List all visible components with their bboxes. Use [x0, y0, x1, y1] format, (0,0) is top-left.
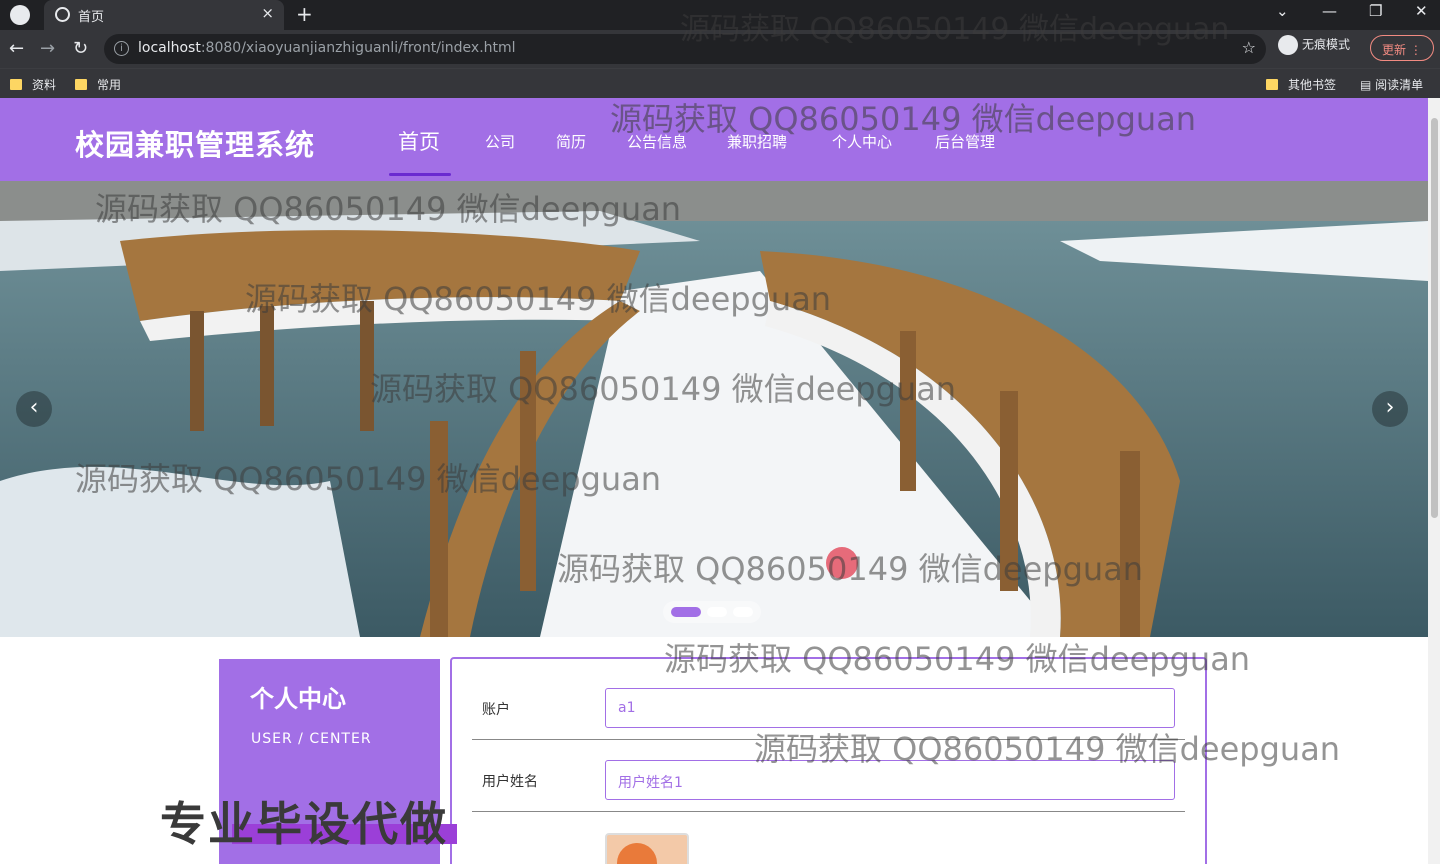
user-center-title: 个人中心 — [250, 685, 346, 713]
watermark: 源码获取 QQ86050149 微信deepguan — [610, 100, 1197, 138]
browser-tab[interactable]: 首页 × — [44, 0, 284, 30]
nav-resume[interactable]: 简历 — [556, 131, 586, 152]
folder-icon — [10, 79, 22, 90]
minimize-icon[interactable]: — — [1322, 2, 1337, 20]
tab-title: 首页 — [78, 10, 105, 25]
account-label: 账户 — [482, 702, 510, 718]
carousel-dot-active[interactable] — [671, 607, 701, 617]
url-text: localhost:8080/xiaoyuanjianzhiguanli/fro… — [138, 40, 516, 56]
name-label: 用户姓名 — [482, 774, 538, 790]
other-bookmarks-label: 其他书签 — [1288, 78, 1337, 92]
promo-overlay-text: 专业毕设代做 — [160, 797, 448, 851]
restore-icon[interactable]: ❐ — [1369, 2, 1382, 20]
account-input[interactable]: a1 — [605, 688, 1175, 728]
site-title: 校园兼职管理系统 — [75, 128, 316, 162]
form-divider — [472, 811, 1185, 812]
browser-logo-icon — [10, 5, 30, 25]
watermark: 源码获取 QQ86050149 微信deepguan — [664, 640, 1251, 678]
nav-home[interactable]: 首页 — [398, 126, 440, 156]
watermark: 源码获取 QQ86050149 微信deepguan — [557, 550, 1144, 588]
incognito-indicator[interactable]: 无痕模式 — [1278, 35, 1350, 55]
folder-icon — [75, 79, 87, 90]
bookmarks-bar: 资料 常用 其他书签 ▤ 阅读清单 — [0, 68, 1440, 98]
reload-icon[interactable]: ↻ — [73, 38, 88, 59]
avatar-image[interactable] — [605, 833, 689, 864]
globe-icon — [55, 7, 70, 22]
other-bookmarks[interactable]: 其他书签 — [1266, 76, 1336, 93]
carousel-indicators — [663, 601, 761, 623]
forward-icon[interactable]: → — [40, 38, 55, 59]
watermark: 源码获取 QQ86050149 微信deepguan — [245, 280, 832, 318]
watermark: 源码获取 QQ86050149 微信deepguan — [370, 370, 957, 408]
carousel-dot[interactable] — [733, 607, 753, 617]
new-tab-icon[interactable]: + — [296, 2, 313, 26]
watermark: 源码获取 QQ86050149 微信deepguan — [95, 190, 682, 228]
reading-list-label: 阅读清单 — [1375, 78, 1424, 92]
user-center-subtitle: USER / CENTER — [251, 731, 372, 747]
watermark: 源码获取 QQ86050149 微信deepguan — [680, 12, 1230, 47]
close-tab-icon[interactable]: × — [261, 4, 274, 22]
active-nav-indicator — [389, 173, 451, 176]
folder-icon — [1266, 79, 1278, 90]
reading-list[interactable]: ▤ 阅读清单 — [1360, 76, 1423, 93]
watermark: 源码获取 QQ86050149 微信deepguan — [75, 460, 662, 498]
scrollbar-thumb[interactable] — [1431, 118, 1438, 518]
bookmark-folder-ziliao[interactable]: 资料 — [10, 76, 56, 93]
page-viewport: 校园兼职管理系统 首页 公司 简历 公告信息 兼职招聘 个人中心 后台管理 ‹ … — [0, 98, 1428, 864]
incognito-icon — [1278, 35, 1298, 55]
bookmark-label: 常用 — [97, 78, 122, 92]
close-window-icon[interactable]: ✕ — [1415, 2, 1428, 20]
avatar-face — [617, 843, 657, 864]
update-label: 更新 — [1382, 43, 1407, 57]
bookmark-folder-changyong[interactable]: 常用 — [75, 76, 121, 93]
watermark: 源码获取 QQ86050149 微信deepguan — [754, 730, 1341, 768]
info-icon[interactable]: i — [114, 41, 129, 56]
nav-company[interactable]: 公司 — [485, 131, 515, 152]
update-button[interactable]: 更新 ⋮ — [1370, 35, 1434, 61]
bookmark-label: 资料 — [32, 78, 57, 92]
carousel-prev-button[interactable]: ‹ — [16, 391, 52, 427]
reading-list-icon: ▤ — [1360, 78, 1376, 92]
carousel-next-button[interactable]: › — [1372, 391, 1408, 427]
url-path: :8080/xiaoyuanjianzhiguanli/front/index.… — [200, 40, 516, 56]
tab-search-icon[interactable]: ⌄ — [1276, 2, 1289, 20]
back-icon[interactable]: ← — [9, 38, 24, 59]
carousel-dot[interactable] — [707, 607, 727, 617]
incognito-label: 无痕模式 — [1302, 37, 1351, 52]
url-host: localhost — [138, 40, 201, 56]
bookmark-star-icon[interactable]: ☆ — [1242, 38, 1256, 57]
page-scrollbar[interactable] — [1428, 98, 1440, 864]
